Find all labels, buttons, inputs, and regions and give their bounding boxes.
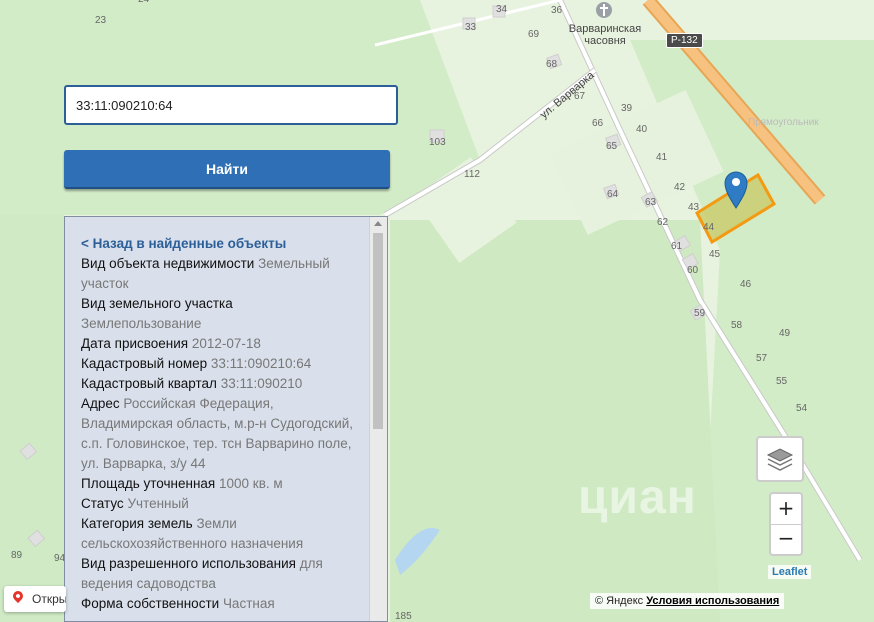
info-key: Адрес bbox=[81, 396, 120, 411]
terms-of-use-link[interactable]: Условия использования bbox=[646, 595, 779, 607]
house-number: 89 bbox=[11, 550, 23, 561]
info-value: Землепользование bbox=[81, 316, 202, 331]
cadastral-search-input[interactable] bbox=[64, 85, 398, 125]
house-number: 39 bbox=[621, 103, 633, 114]
zoom-in-button[interactable]: + bbox=[771, 494, 801, 525]
info-key: Дата присвоения bbox=[81, 336, 189, 351]
house-number: 46 bbox=[740, 279, 752, 290]
house-number: 63 bbox=[645, 197, 657, 208]
house-number: 62 bbox=[657, 217, 669, 228]
house-number: 66 bbox=[592, 118, 604, 129]
scroll-thumb[interactable] bbox=[373, 233, 383, 429]
house-number: 68 bbox=[546, 59, 558, 70]
house-number: 69 bbox=[528, 29, 540, 40]
info-row: Кадастровый квартал 33:11:090210 bbox=[81, 374, 356, 394]
info-key: Форма собственности bbox=[81, 596, 220, 611]
info-row: Кадастровый номер 33:11:090210:64 bbox=[81, 354, 356, 374]
chapel-label: Варваринская часовня bbox=[560, 23, 650, 47]
house-number: 54 bbox=[796, 403, 808, 414]
open-map-label: Открыть bbox=[32, 592, 66, 606]
scroll-up-icon[interactable] bbox=[374, 221, 382, 226]
house-number: 42 bbox=[674, 182, 686, 193]
house-number: 34 bbox=[496, 4, 508, 15]
info-value: 33:11:090210 bbox=[220, 376, 303, 391]
info-value: Частная bbox=[222, 596, 275, 611]
info-value: 33:11:090210:64 bbox=[210, 356, 312, 371]
house-number: 61 bbox=[671, 241, 683, 252]
info-row: Дата присвоения 2012-07-18 bbox=[81, 334, 356, 354]
info-value: Учтенный bbox=[127, 496, 189, 511]
house-number: 49 bbox=[779, 328, 791, 339]
house-number: 65 bbox=[606, 141, 618, 152]
find-button[interactable]: Найти bbox=[64, 150, 390, 189]
info-content: < Назад в найденные объекты Вид объекта … bbox=[81, 234, 356, 614]
house-number: 45 bbox=[709, 249, 721, 260]
info-row: Вид разрешенного использования для веден… bbox=[81, 554, 356, 594]
watermark: циан bbox=[578, 471, 697, 524]
house-number: 44 bbox=[703, 222, 715, 233]
info-row: Категория земель Земли сельскохозяйствен… bbox=[81, 514, 356, 554]
house-number: 59 bbox=[694, 308, 706, 319]
info-key: Категория земель bbox=[81, 516, 193, 531]
layers-button[interactable] bbox=[756, 436, 804, 482]
panel-scrollbar[interactable] bbox=[369, 217, 387, 621]
info-key: Вид земельного участка bbox=[81, 296, 233, 311]
info-row: Площадь уточненная 1000 кв. м bbox=[81, 474, 356, 494]
info-key: Вид разрешенного использования bbox=[81, 556, 296, 571]
house-number: 57 bbox=[756, 353, 768, 364]
house-number: 67 bbox=[574, 91, 586, 102]
house-number: 58 bbox=[731, 320, 743, 331]
attribution-prefix: © Яндекс bbox=[595, 595, 644, 607]
house-number: 36 bbox=[551, 5, 563, 16]
info-key: Кадастровый квартал bbox=[81, 376, 217, 391]
house-number: 55 bbox=[776, 376, 788, 387]
info-value: 1000 кв. м bbox=[219, 476, 283, 491]
zoom-out-button[interactable]: − bbox=[771, 524, 801, 554]
info-row: Форма собственности Частная bbox=[81, 594, 356, 614]
info-key: Кадастровый номер bbox=[81, 356, 208, 371]
house-number: 43 bbox=[688, 202, 700, 213]
house-number: 41 bbox=[656, 152, 668, 163]
info-value: 2012-07-18 bbox=[191, 336, 261, 351]
info-row: Адрес Российская Федерация, Владимирская… bbox=[81, 394, 356, 474]
open-map-button[interactable]: Открыть bbox=[4, 586, 66, 612]
map-attribution: © Яндекс Условия использования bbox=[590, 593, 785, 609]
house-number: 103 bbox=[429, 137, 446, 148]
house-number: 185 bbox=[395, 611, 412, 622]
chapel-label-line1: Варваринская bbox=[568, 23, 642, 35]
leaflet-link[interactable]: Leaflet bbox=[768, 565, 812, 579]
house-number: 64 bbox=[607, 189, 619, 200]
chapel-label-line2: часовня bbox=[584, 35, 626, 47]
map-pin-icon bbox=[10, 588, 26, 604]
house-number: 23 bbox=[95, 15, 107, 26]
info-key: Площадь уточненная bbox=[81, 476, 216, 491]
zoom-control: + − bbox=[769, 492, 803, 556]
faint-place-label: Прямоугольник bbox=[748, 117, 819, 128]
info-row: Статус Учтенный bbox=[81, 494, 356, 514]
info-row: Вид объекта недвижимости Земельный участ… bbox=[81, 254, 356, 294]
info-value: Российская Федерация, Владимирская облас… bbox=[81, 396, 354, 471]
road-badge: Р-132 bbox=[666, 33, 703, 48]
house-number: 33 bbox=[465, 22, 477, 33]
info-key: Вид объекта недвижимости bbox=[81, 256, 255, 271]
info-panel[interactable]: < Назад в найденные объекты Вид объекта … bbox=[64, 216, 388, 622]
info-row: Вид земельного участка Землепользование bbox=[81, 294, 356, 334]
layers-icon bbox=[766, 448, 794, 471]
house-number: 24 bbox=[138, 0, 149, 5]
house-number: 60 bbox=[687, 265, 699, 276]
house-number: 40 bbox=[636, 124, 648, 135]
info-key: Статус bbox=[81, 496, 124, 511]
back-to-results-link[interactable]: < Назад в найденные объекты bbox=[81, 234, 356, 254]
house-number: 112 bbox=[464, 169, 480, 180]
